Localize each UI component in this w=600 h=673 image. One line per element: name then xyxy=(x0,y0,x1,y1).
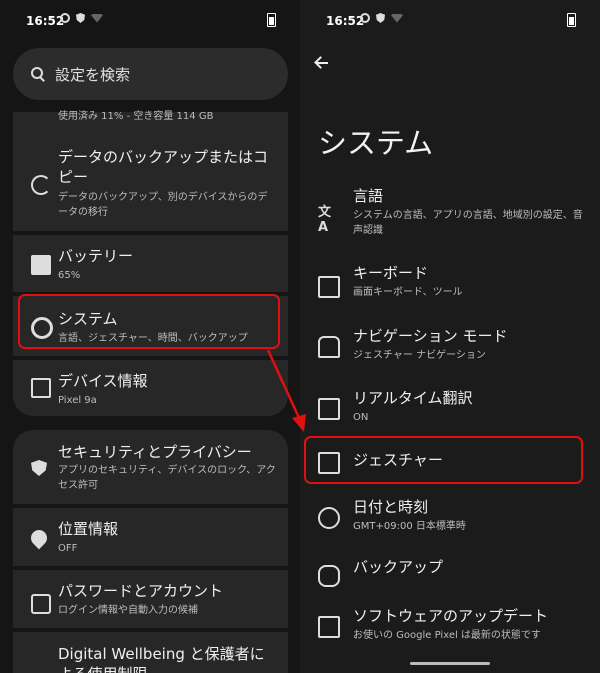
item-subtitle: 画面キーボード、ツール xyxy=(353,287,463,298)
highlight-system-item xyxy=(18,294,280,349)
item-title: Digital Wellbeing と保護者による使用制限 xyxy=(58,645,265,673)
item-title: 位置情報 xyxy=(58,520,119,538)
settings-item-device-info[interactable]: デバイス情報 Pixel 9a xyxy=(13,360,288,416)
location-pin-icon xyxy=(27,526,51,550)
settings-group-2: セキュリティとプライバシー アプリのセキュリティ、デバイスのロック、アクセス許可… xyxy=(13,430,288,673)
system-item-keyboard[interactable]: キーボード 画面キーボード、ツール xyxy=(300,259,600,309)
settings-search-bar[interactable]: 設定を検索 xyxy=(13,48,288,100)
divider xyxy=(13,504,288,508)
item-subtitle: ログイン情報や自動入力の候補 xyxy=(58,605,198,616)
divider xyxy=(13,628,288,632)
item-subtitle: お使いの Google Pixel は最新の状態です xyxy=(353,630,541,641)
item-title: 言語 xyxy=(353,187,384,205)
item-title: キーボード xyxy=(353,264,429,282)
item-title: 日付と時刻 xyxy=(353,498,429,516)
item-subtitle: システムの言語、アプリの言語、地域別の設定、音声認識 xyxy=(353,210,583,236)
status-time: 16:52 xyxy=(326,14,365,28)
system-item-navigation-mode[interactable]: ナビゲーション モード ジェスチャー ナビゲーション xyxy=(300,322,600,372)
settings-gear-status-icon xyxy=(60,13,70,23)
wifi-status-icon xyxy=(391,13,403,23)
search-icon xyxy=(31,67,45,81)
phone-icon xyxy=(31,378,51,398)
system-settings-panel: 16:52 システム 文A 言語 システムの言語、アプリの言語、地域別の設定、音… xyxy=(300,0,600,673)
item-title: デバイス情報 xyxy=(58,372,148,390)
item-title: バックアップ xyxy=(353,558,444,576)
highlight-gestures-item xyxy=(304,436,583,484)
item-subtitle: Pixel 9a xyxy=(58,395,97,406)
item-title: リアルタイム翻訳 xyxy=(353,389,473,407)
key-icon xyxy=(31,594,51,614)
system-update-icon xyxy=(318,616,340,638)
back-arrow-icon[interactable] xyxy=(314,55,330,71)
settings-item-digital-wellbeing[interactable]: Digital Wellbeing と保護者による使用制限 xyxy=(13,632,288,673)
item-subtitle: ジェスチャー ナビゲーション xyxy=(353,350,486,361)
settings-item-security-privacy[interactable]: セキュリティとプライバシー アプリのセキュリティ、デバイスのロック、アクセス許可 xyxy=(13,430,288,504)
sync-arrows-icon xyxy=(31,175,51,195)
clock-icon xyxy=(318,507,340,529)
vpn-shield-status-icon xyxy=(76,13,85,23)
wifi-status-icon xyxy=(91,13,103,23)
item-subtitle: GMT+09:00 日本標準時 xyxy=(353,521,466,532)
gesture-home-bar[interactable] xyxy=(410,662,490,665)
keyboard-icon xyxy=(318,276,340,298)
item-title: セキュリティとプライバシー xyxy=(58,443,252,461)
hand-gesture-icon xyxy=(318,336,340,358)
item-title: パスワードとアカウント xyxy=(58,582,224,600)
translate-language-icon: 文A xyxy=(318,205,332,235)
status-time: 16:52 xyxy=(26,14,65,28)
cloud-upload-icon xyxy=(318,565,340,587)
battery-icon xyxy=(31,255,51,275)
system-item-software-update[interactable]: ソフトウェアのアップデート お使いの Google Pixel は最新の状態です xyxy=(300,604,600,654)
item-subtitle: 65% xyxy=(58,270,81,281)
divider xyxy=(13,231,288,235)
item-title: ナビゲーション モード xyxy=(353,327,508,345)
system-item-backup[interactable]: バックアップ xyxy=(300,555,600,595)
item-subtitle: ON xyxy=(353,412,369,423)
settings-gear-status-icon xyxy=(360,13,370,23)
divider xyxy=(13,356,288,360)
item-title: データのバックアップまたはコピー xyxy=(58,148,269,186)
system-item-language[interactable]: 文A 言語 システムの言語、アプリの言語、地域別の設定、音声認識 xyxy=(300,183,600,243)
page-title: システム xyxy=(318,126,434,160)
settings-item-location[interactable]: 位置情報 OFF xyxy=(13,508,288,566)
settings-item-passwords-accounts[interactable]: パスワードとアカウント ログイン情報や自動入力の候補 xyxy=(13,570,288,628)
status-bar: 16:52 xyxy=(300,0,600,40)
item-title: ソフトウェアのアップデート xyxy=(353,607,549,625)
battery-status-icon xyxy=(267,13,276,27)
item-subtitle: データのバックアップ、別のデバイスからのデータの移行 xyxy=(58,192,268,218)
settings-item-backup[interactable]: データのバックアップまたはコピー データのバックアップ、別のデバイスからのデータ… xyxy=(13,135,288,229)
item-subtitle: OFF xyxy=(58,543,78,554)
vpn-shield-status-icon xyxy=(376,13,385,23)
settings-group-1: 使用済み 11% - 空き容量 114 GB データのバックアップまたはコピー … xyxy=(13,111,288,416)
settings-item-battery[interactable]: バッテリー 65% xyxy=(13,235,288,293)
divider xyxy=(13,566,288,570)
item-subtitle: アプリのセキュリティ、デバイスのロック、アクセス許可 xyxy=(58,465,276,491)
shield-icon xyxy=(31,460,47,476)
search-placeholder: 設定を検索 xyxy=(55,65,131,84)
status-bar: 16:52 xyxy=(0,0,300,40)
live-translate-icon xyxy=(318,398,340,420)
settings-main-panel: 16:52 設定を検索 使用済み 11% - 空き容量 114 GB データのバ… xyxy=(0,0,300,673)
item-title: バッテリー xyxy=(58,247,134,265)
system-item-date-time[interactable]: 日付と時刻 GMT+09:00 日本標準時 xyxy=(300,495,600,545)
battery-status-icon xyxy=(567,13,576,27)
system-item-live-translate[interactable]: リアルタイム翻訳 ON xyxy=(300,384,600,434)
storage-summary-partial: 使用済み 11% - 空き容量 114 GB xyxy=(58,111,214,122)
